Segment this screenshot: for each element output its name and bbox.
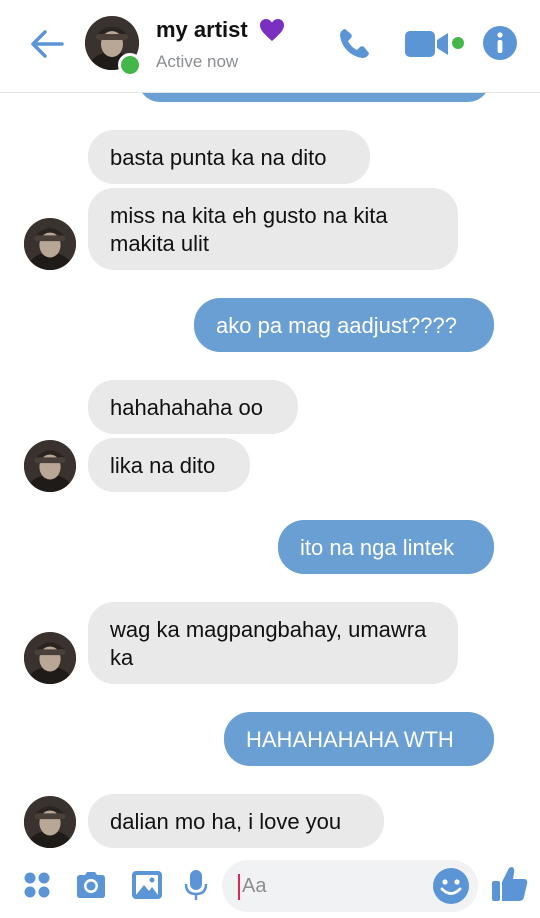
text-cursor — [238, 873, 240, 900]
info-icon[interactable] — [482, 25, 518, 61]
incoming-message[interactable]: miss na kita eh gusto na kita makita uli… — [88, 188, 458, 270]
back-arrow-icon[interactable] — [28, 26, 66, 62]
incoming-message[interactable]: hahahahaha oo — [88, 380, 298, 434]
camera-icon[interactable] — [74, 868, 108, 902]
contact-avatar-small — [24, 440, 76, 492]
video-call-icon[interactable] — [404, 28, 450, 60]
outgoing-message[interactable]: ito na nga lintek — [278, 520, 494, 574]
emoji-icon[interactable] — [432, 867, 470, 905]
incoming-message[interactable]: wag ka magpangbahay, umawra ka — [88, 602, 458, 684]
purple-heart-icon — [260, 19, 285, 41]
active-status: Active now — [156, 52, 239, 71]
outgoing-message[interactable]: ako pa mag aadjust???? — [194, 298, 494, 352]
contact-avatar-small — [24, 218, 76, 270]
online-status-dot — [118, 53, 142, 77]
gallery-icon[interactable] — [130, 868, 164, 902]
apps-icon[interactable] — [22, 870, 52, 900]
message-input-placeholder: Aa — [242, 875, 267, 897]
contact-avatar-small — [24, 632, 76, 684]
incoming-message[interactable]: basta punta ka na dito — [88, 130, 370, 184]
conversation-title[interactable]: my artist — [156, 17, 286, 43]
conversation-header: my artist Active now — [0, 0, 540, 93]
outgoing-message[interactable]: HAHAHAHAHA WTH — [224, 712, 494, 766]
video-active-dot — [452, 37, 464, 49]
contact-avatar-small — [24, 796, 76, 848]
phone-call-icon[interactable] — [336, 26, 374, 62]
contact-name: my artist — [156, 17, 248, 42]
incoming-message[interactable]: dalian mo ha, i love you — [88, 794, 384, 848]
thumbs-up-icon[interactable] — [490, 864, 530, 904]
microphone-icon[interactable] — [184, 868, 208, 902]
incoming-message[interactable]: lika na dito — [88, 438, 250, 492]
